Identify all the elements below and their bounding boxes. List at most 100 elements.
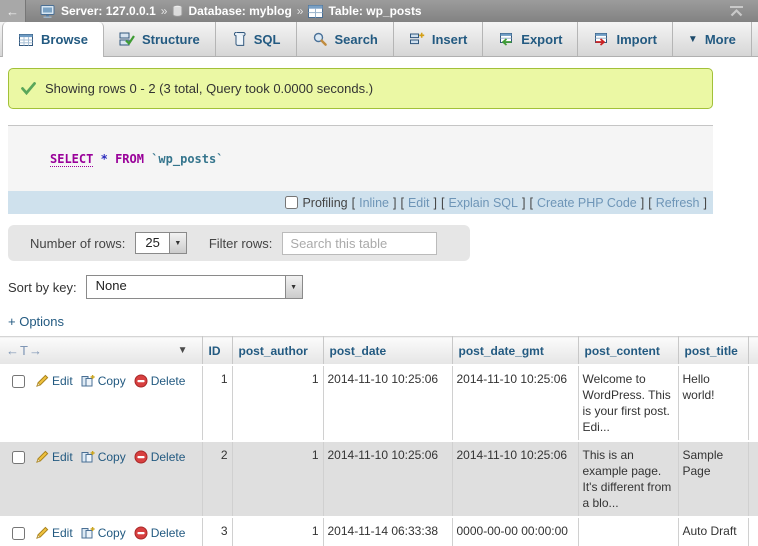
explain-sql-link[interactable]: Explain SQL (448, 196, 517, 210)
sql-keyword-select[interactable]: SELECT (50, 152, 93, 167)
tab-label: Structure (142, 32, 200, 47)
bracket: ] (522, 196, 525, 210)
filter-rows-input[interactable] (282, 232, 437, 255)
select-arrow-icon: ▼ (285, 276, 302, 298)
copy-row-link[interactable]: Copy (81, 373, 126, 389)
edit-label: Edit (52, 525, 73, 541)
copy-row-link[interactable]: Copy (81, 449, 126, 465)
tab-search[interactable]: Search (297, 22, 394, 56)
copy-icon (81, 526, 95, 540)
profiling-toggle[interactable]: Profiling (285, 196, 347, 210)
breadcrumb-database[interactable]: Database: myblog (188, 4, 291, 18)
edit-label: Edit (52, 449, 73, 465)
delete-icon (134, 526, 148, 540)
tab-label: Insert (432, 32, 467, 47)
sort-arrow-icon[interactable]: ▼ (178, 345, 196, 356)
sql-star: * (101, 152, 108, 166)
tab-browse[interactable]: Browse (2, 22, 104, 57)
sort-by-key-select[interactable]: None ▼ (86, 275, 303, 299)
inline-link[interactable]: Inline (359, 196, 389, 210)
cell-id: 1 (202, 365, 232, 441)
column-marker-icon[interactable]: ←T→ (6, 343, 43, 358)
breadcrumb-table[interactable]: Table: wp_posts (328, 4, 421, 18)
results-table: ←T→ ▼ ID post_author post_date post_date… (0, 336, 758, 546)
column-header-post-date[interactable]: post_date (323, 337, 452, 366)
sort-by-key-label: Sort by key: (8, 280, 77, 295)
copy-row-link[interactable]: Copy (81, 525, 126, 541)
bracket: ] (641, 196, 644, 210)
number-of-rows-label: Number of rows: (30, 236, 125, 251)
cell-sliver (748, 441, 758, 517)
copy-label: Copy (98, 525, 126, 541)
edit-row-link[interactable]: Edit (35, 373, 73, 389)
bracket: [ (648, 196, 651, 210)
sql-keyword-from: FROM (115, 152, 144, 166)
delete-row-link[interactable]: Delete (134, 525, 186, 541)
column-header-post-content[interactable]: post_content (578, 337, 678, 366)
tab-more[interactable]: ▼ More (673, 22, 752, 56)
options-toggle-link[interactable]: + Options (8, 314, 64, 329)
export-icon (498, 31, 514, 47)
delete-icon (134, 374, 148, 388)
tab-label: Search (335, 32, 378, 47)
success-check-icon (21, 82, 36, 95)
tab-label: Import (616, 32, 656, 47)
tab-import[interactable]: Import (578, 22, 672, 56)
back-button[interactable]: ← (0, 0, 26, 22)
tab-strip: Browse Structure SQL Search Insert Expor… (0, 22, 758, 57)
tab-label: Browse (41, 32, 88, 47)
delete-label: Delete (151, 525, 186, 541)
profiling-label: Profiling (302, 196, 347, 210)
delete-row-link[interactable]: Delete (134, 449, 186, 465)
cell-post-author: 1 (232, 365, 323, 441)
status-message-text: Showing rows 0 - 2 (3 total, Query took … (45, 81, 373, 96)
row-checkbox[interactable] (12, 451, 25, 464)
column-sliver (748, 337, 758, 366)
cell-post-content: This is an example page. It's different … (578, 441, 678, 517)
collapse-top-icon[interactable] (729, 5, 744, 17)
refresh-link[interactable]: Refresh (656, 196, 700, 210)
column-header-post-date-gmt[interactable]: post_date_gmt (452, 337, 578, 366)
sort-by-key-value: None (87, 276, 285, 298)
profiling-checkbox[interactable] (285, 196, 298, 209)
tab-structure[interactable]: Structure (104, 22, 216, 56)
tab-insert[interactable]: Insert (394, 22, 483, 56)
status-message: Showing rows 0 - 2 (3 total, Query took … (8, 68, 713, 109)
cell-id: 2 (202, 441, 232, 517)
breadcrumb-server[interactable]: Server: 127.0.0.1 (61, 4, 156, 18)
cell-post-title: Sample Page (678, 441, 748, 517)
edit-query-link[interactable]: Edit (408, 196, 430, 210)
copy-icon (81, 374, 95, 388)
tab-export[interactable]: Export (483, 22, 578, 56)
row-checkbox[interactable] (12, 375, 25, 388)
bracket: [ (352, 196, 355, 210)
edit-row-link[interactable]: Edit (35, 449, 73, 465)
create-php-code-link[interactable]: Create PHP Code (537, 196, 637, 210)
table-row: Edit Copy Delete 1 1 2014-11-10 10:25:06… (0, 365, 758, 441)
breadcrumb-bar: ← Server: 127.0.0.1 » Database: myblog »… (0, 0, 758, 22)
column-header-id[interactable]: ID (202, 337, 232, 366)
edit-label: Edit (52, 373, 73, 389)
delete-row-link[interactable]: Delete (134, 373, 186, 389)
edit-row-link[interactable]: Edit (35, 525, 73, 541)
cell-sliver (748, 365, 758, 441)
column-header-post-author[interactable]: post_author (232, 337, 323, 366)
search-icon (312, 31, 328, 47)
column-header-post-title[interactable]: post_title (678, 337, 748, 366)
cell-post-date-gmt: 2014-11-10 10:25:06 (452, 365, 578, 441)
breadcrumb-separator: » (161, 4, 168, 18)
number-of-rows-select[interactable]: 25 ▼ (135, 232, 186, 254)
cell-post-title: Hello world! (678, 365, 748, 441)
sql-table-identifier: `wp_posts` (151, 152, 223, 166)
bracket: ] (704, 196, 707, 210)
browse-icon (18, 32, 34, 48)
cell-post-content: Welcome to WordPress. This is your first… (578, 365, 678, 441)
import-icon (593, 31, 609, 47)
insert-icon (409, 31, 425, 47)
column-header-actions: ←T→ ▼ (0, 337, 202, 366)
copy-icon (81, 450, 95, 464)
tab-label: SQL (254, 32, 281, 47)
header-row: ←T→ ▼ ID post_author post_date post_date… (0, 337, 758, 366)
row-checkbox[interactable] (12, 527, 25, 540)
tab-sql[interactable]: SQL (216, 22, 297, 56)
